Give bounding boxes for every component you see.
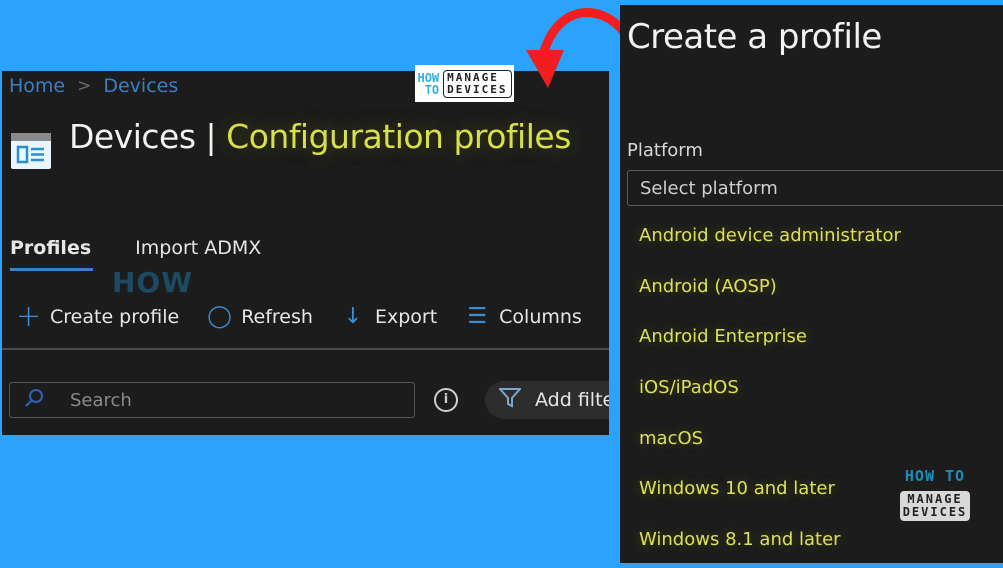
columns-icon: ☰ (467, 304, 488, 329)
device-config-icon (11, 133, 51, 169)
platform-option[interactable]: Android (AOSP) (620, 261, 1003, 312)
brand-logo-watermark-manage-devices: MANAGE DEVICES (900, 491, 970, 521)
watermark-logo: HOW (112, 266, 194, 299)
columns-label: Columns (499, 305, 582, 328)
refresh-icon: ◯ (207, 304, 232, 329)
platform-select[interactable]: Select platform (627, 170, 1003, 206)
platform-option[interactable]: Android device administrator (620, 210, 1003, 261)
platform-select-placeholder: Select platform (640, 177, 778, 199)
brand-logo: HOW TO MANAGE DEVICES (415, 65, 514, 102)
brand-logo-watermark-devices: DEVICES (902, 505, 968, 519)
breadcrumb-separator: > (77, 76, 92, 96)
configuration-profiles-panel: Home > Devices Devices | Configuration p… (2, 71, 609, 435)
brand-logo-how: HOW (417, 70, 440, 85)
brand-logo-manage: MANAGE (447, 70, 499, 84)
brand-logo-watermark: HOW TO MANAGE DEVICES (900, 467, 970, 521)
search-input[interactable]: Search (9, 382, 415, 418)
info-icon[interactable]: i (434, 388, 458, 412)
watermark-how: HOW (112, 266, 194, 299)
brand-logo-how-to: HOW TO (417, 72, 439, 96)
create-profile-panel: Create a profile Platform Select platfor… (620, 5, 1003, 563)
page-title: Devices | Configuration profiles (69, 117, 571, 156)
platform-option[interactable]: iOS/iPadOS (620, 362, 1003, 413)
download-icon: ↓ (343, 304, 363, 329)
page-title-separator: | (195, 117, 227, 156)
create-profile-button[interactable]: + Create profile (16, 299, 179, 334)
add-filters-button[interactable]: Add filters (485, 381, 609, 419)
breadcrumb-devices[interactable]: Devices (103, 75, 178, 97)
brand-logo-devices: DEVICES (447, 82, 508, 96)
toolbar: + Create profile ◯ Refresh ↓ Export ☰ Co… (16, 299, 609, 334)
brand-logo-manage-devices: MANAGE DEVICES (443, 69, 512, 98)
platform-option[interactable]: Android Enterprise (620, 311, 1003, 362)
add-filters-label: Add filters (535, 389, 609, 411)
search-icon (24, 388, 48, 413)
filter-icon (497, 387, 523, 413)
curved-arrow-icon (526, 7, 629, 88)
platform-option[interactable]: macOS (620, 413, 1003, 464)
export-label: Export (374, 305, 438, 328)
refresh-label: Refresh (241, 305, 313, 328)
search-placeholder: Search (70, 389, 132, 411)
toolbar-divider (2, 348, 609, 350)
platform-option[interactable]: Windows 8.1 and later (620, 514, 1003, 563)
brand-logo-watermark-how-to: HOW TO (904, 467, 966, 485)
create-profile-label: Create profile (50, 305, 180, 328)
breadcrumb: Home > Devices (9, 75, 178, 97)
brand-logo-to: TO (424, 82, 440, 97)
breadcrumb-home[interactable]: Home (9, 75, 65, 97)
export-button[interactable]: ↓ Export (341, 304, 437, 329)
create-profile-title: Create a profile (627, 17, 882, 57)
columns-button[interactable]: ☰ Columns (465, 304, 582, 329)
page-title-main: Devices (69, 117, 196, 156)
refresh-button[interactable]: ◯ Refresh (207, 304, 313, 329)
tab-profiles[interactable]: Profiles (10, 237, 94, 271)
plus-icon: + (16, 299, 42, 334)
page-title-sub: Configuration profiles (226, 117, 571, 156)
platform-label: Platform (627, 140, 703, 161)
